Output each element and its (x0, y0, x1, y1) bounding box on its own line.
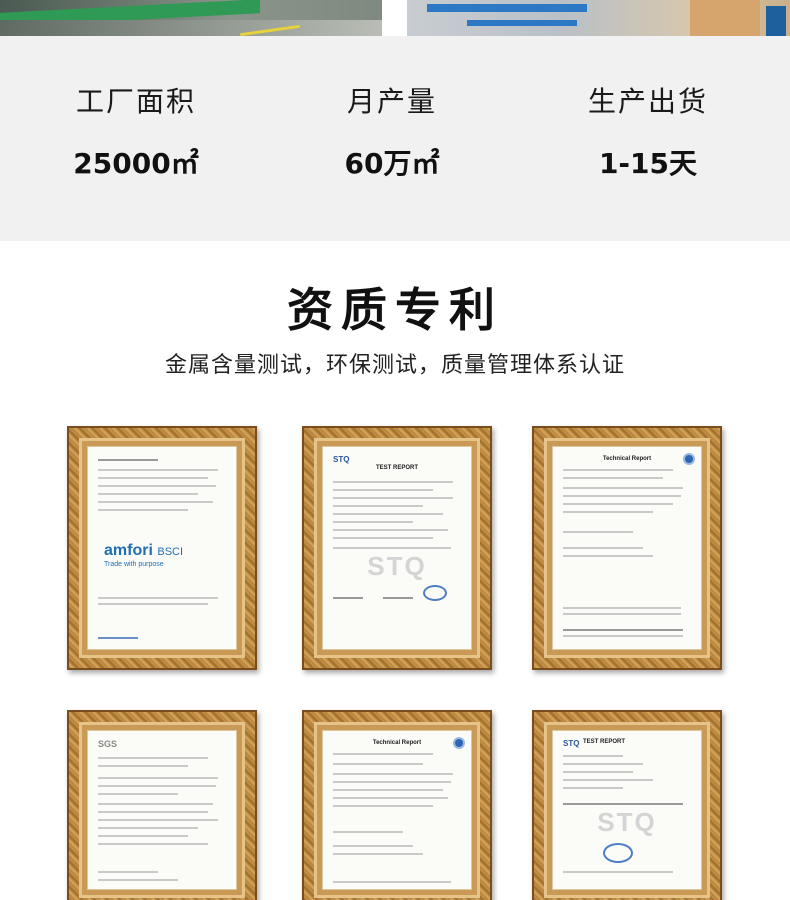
report-heading: TEST REPORT (583, 739, 626, 745)
stat-value: 60万㎡ (344, 147, 440, 180)
certificate-document: amfori BSCI Trade with purpose (87, 446, 237, 650)
stat-label: 生产出货 (587, 85, 708, 118)
stq-logo: STQ (563, 739, 580, 748)
stamp-icon (603, 843, 633, 863)
stamp-icon (423, 585, 447, 601)
certificate-document: Technical Report (322, 730, 472, 890)
stq-watermark: STQ (367, 551, 427, 581)
stat-factory-area: 工厂面积 25000㎡ (16, 80, 256, 182)
amfori-logo: amfori BSCI (104, 542, 184, 559)
report-heading: TEST REPORT (375, 465, 418, 471)
certificate-frame-stq-report-2: STQ TEST REPORT STQ (532, 710, 722, 900)
blue-seal-icon (683, 453, 695, 465)
stat-monthly-output: 月产量 60万㎡ (272, 80, 512, 182)
stq-logo: STQ (333, 455, 350, 464)
certificate-document: STQ TEST REPORT STQ (322, 446, 472, 650)
blue-seal-icon (453, 737, 465, 749)
certificate-frame-technical-report: Technical Report (532, 426, 722, 670)
report-heading: Technical Report (602, 456, 652, 462)
factory-photo-strip (0, 0, 790, 36)
stat-value: 25000㎡ (73, 147, 199, 180)
sgs-logo: SGS (98, 739, 118, 749)
certificate-frame-stq-report: STQ TEST REPORT STQ (302, 426, 492, 670)
stq-watermark: STQ (597, 807, 657, 837)
certificate-frame-technical-report-2: Technical Report (302, 710, 492, 900)
section-title: 资质专利 (287, 283, 503, 337)
certificate-document: STQ TEST REPORT STQ (552, 730, 702, 890)
factory-stats-band: 工厂面积 25000㎡ 月产量 60万㎡ 生产出货 1-15天 (0, 36, 790, 241)
factory-floor-photo (0, 0, 382, 36)
amfori-tagline: Trade with purpose (104, 561, 164, 568)
certificate-frame-sgs: SGS (67, 710, 257, 900)
stat-shipping-time: 生产出货 1-15天 (528, 80, 768, 182)
certificate-document: Technical Report (552, 446, 702, 650)
warehouse-photo (407, 0, 790, 36)
certificate-document: SGS (87, 730, 237, 890)
certificate-frame-amfori: amfori BSCI Trade with purpose (67, 426, 257, 670)
stat-value: 1-15天 (598, 147, 698, 180)
section-subtitle: 金属含量测试，环保测试，质量管理体系认证 (164, 353, 625, 378)
report-heading: Technical Report (372, 740, 422, 746)
stat-label: 工厂面积 (75, 85, 196, 118)
stat-label: 月产量 (346, 85, 437, 118)
